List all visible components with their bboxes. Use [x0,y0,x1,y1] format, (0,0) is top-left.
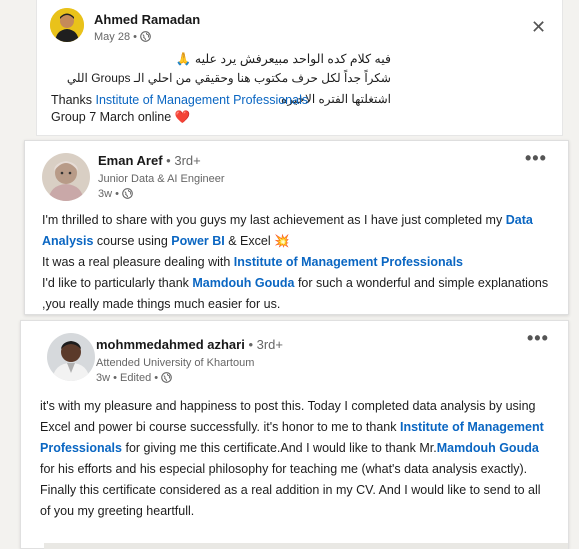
post-text: it's with my pleasure and happiness to p… [40,396,548,522]
next-post-edge [44,543,568,549]
text: It was a real pleasure dealing with [42,255,231,269]
author-name-text[interactable]: mohmmedahmed azhari [96,337,245,352]
author-headline: Attended University of Khartoum [96,357,255,369]
post-card-eman-aref: Eman Aref • 3rd+ Junior Data & AI Engine… [24,140,569,315]
author-headline: Junior Data & AI Engineer [98,173,225,185]
avatar[interactable] [42,153,90,201]
post-time-text: 3w • Edited • [96,372,159,384]
author-name: mohmmedahmed azhari • 3rd+ [96,337,283,352]
group-line: Group 7 March online ❤️ [51,110,191,124]
hashtag-link[interactable]: Power BI [171,234,225,248]
text: I'm thrilled to share with you guys my l… [42,213,503,227]
post-card-ahmed-ramadan: Ahmed Ramadan May 28 • ✕ فيه كلام كده ال… [36,0,563,136]
avatar-photo-icon [42,153,90,201]
close-icon[interactable]: ✕ [531,17,546,38]
author-name: Eman Aref • 3rd+ [98,153,201,168]
more-options-icon[interactable]: ••• [525,148,547,169]
post-time: 3w • [98,188,133,200]
company-link[interactable]: Institute of Management Professionals [95,93,308,107]
thanks-text: Thanks [51,93,92,107]
paragraph-3: I'd like to particularly thank Mamdouh G… [42,273,552,315]
text: I'd like to particularly thank [42,276,189,290]
avatar[interactable] [50,8,84,42]
paragraph-2: Finally this certificate considered as a… [40,483,541,518]
post-time: 3w • Edited • [96,372,172,384]
text: & Excel 💥 [228,234,290,248]
text: for giving me this certificate.And I wou… [125,441,437,455]
person-link[interactable]: Mamdouh Gouda [192,276,294,290]
globe-icon [122,188,133,199]
connection-degree: • 3rd+ [166,153,201,168]
author-name[interactable]: Ahmed Ramadan [94,12,200,27]
post-time: May 28 • [94,31,151,43]
thanks-line: Thanks Institute of Management Professio… [51,92,308,109]
paragraph-1: it's with my pleasure and happiness to p… [40,396,548,480]
connection-degree: • 3rd+ [248,337,283,352]
person-link[interactable]: Mamdouh Gouda [437,441,539,455]
post-time-text: 3w • [98,188,119,200]
author-name-text[interactable]: Eman Aref [98,153,163,168]
more-options-icon[interactable]: ••• [527,328,549,349]
avatar-photo-icon [50,8,84,42]
avatar[interactable] [47,333,95,381]
text: course using [96,234,168,248]
avatar-photo-icon [47,333,95,381]
arabic-line-1: فيه كلام كده الواحد مبيعرفش يرد عليه 🙏 [175,52,391,66]
post-card-mohmmedahmed-azhari: mohmmedahmed azhari • 3rd+ Attended Univ… [20,320,569,549]
text: for his efforts and his especial philoso… [40,462,528,476]
globe-icon [161,372,172,383]
post-text: I'm thrilled to share with you guys my l… [42,210,552,315]
globe-icon [140,31,151,42]
paragraph-2: It was a real pleasure dealing with Inst… [42,252,552,273]
paragraph-1: I'm thrilled to share with you guys my l… [42,210,552,252]
company-link[interactable]: Institute of Management Professionals [234,255,463,269]
post-time-text: May 28 • [94,31,137,43]
